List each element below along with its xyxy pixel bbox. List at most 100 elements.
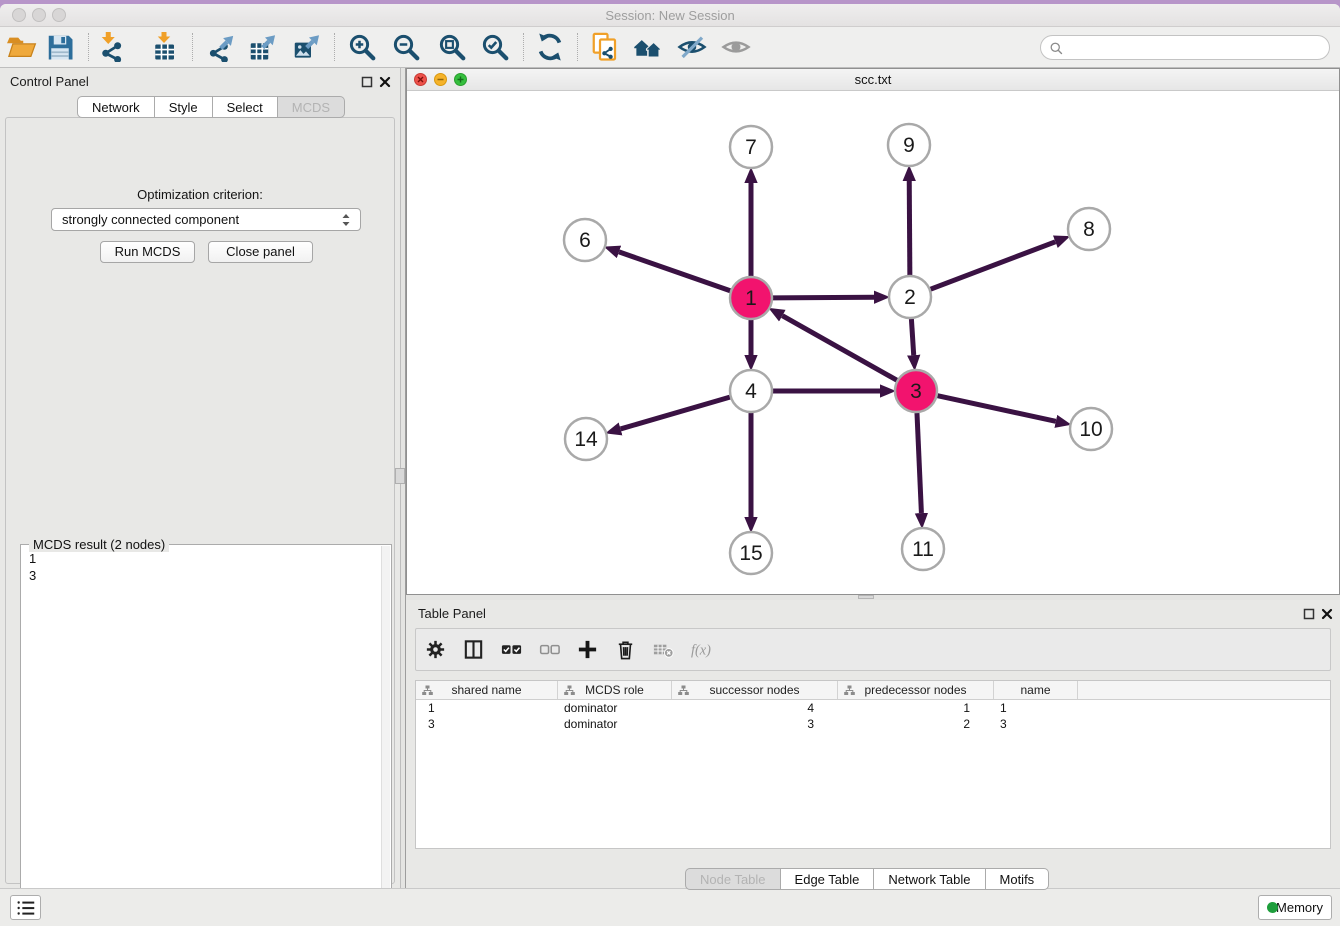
float-panel-icon[interactable] — [361, 75, 373, 87]
column-header-mcds-role[interactable]: MCDS role — [558, 681, 672, 699]
delete-column-icon[interactable] — [614, 638, 637, 661]
import-table-icon[interactable] — [149, 32, 179, 62]
edge-3-11[interactable] — [917, 413, 921, 513]
edge-3-1[interactable] — [782, 316, 896, 381]
zoom-selected-icon[interactable] — [480, 32, 510, 62]
save-session-icon[interactable] — [45, 32, 75, 62]
table-header-row: shared name MCDS role successor nodes pr… — [416, 681, 1330, 700]
close-panel-icon[interactable] — [379, 75, 391, 87]
table-settings-icon[interactable] — [424, 638, 447, 661]
optimization-criterion-label: Optimization criterion: — [6, 187, 394, 202]
home-icon[interactable] — [633, 32, 663, 62]
duplicate-network-icon[interactable] — [590, 32, 620, 62]
column-layout-icon[interactable] — [462, 638, 485, 661]
column-header-successor-nodes[interactable]: successor nodes — [672, 681, 838, 699]
tab-network-table[interactable]: Network Table — [874, 868, 985, 890]
node-15[interactable]: 15 — [730, 532, 772, 574]
mcds-panel: Optimization criterion: strongly connect… — [5, 117, 395, 884]
add-column-icon[interactable] — [576, 638, 599, 661]
select-all-columns-icon[interactable] — [500, 638, 523, 661]
import-network-icon[interactable] — [97, 32, 127, 62]
edge-2-8[interactable] — [931, 242, 1056, 289]
table-panel-header: Table Panel — [406, 600, 1340, 624]
edge-2-3[interactable] — [911, 319, 913, 355]
svg-text:11: 11 — [912, 538, 934, 561]
toolbar-separator — [334, 33, 335, 61]
edge-1-2[interactable] — [773, 297, 874, 298]
node-4[interactable]: 4 — [730, 370, 772, 412]
apply-layout-icon[interactable] — [535, 32, 565, 62]
main-toolbar — [0, 27, 1340, 68]
tab-style[interactable]: Style — [155, 96, 213, 118]
tree-icon — [844, 685, 855, 696]
tree-icon — [422, 685, 433, 696]
tab-network[interactable]: Network — [77, 96, 155, 118]
float-panel-icon[interactable] — [1303, 607, 1315, 619]
table-row[interactable]: 1 dominator 4 1 1 — [416, 700, 1330, 716]
task-history-button[interactable] — [10, 895, 41, 920]
show-all-icon[interactable] — [721, 32, 751, 62]
edge-1-6[interactable] — [619, 252, 730, 291]
export-table-icon[interactable] — [247, 32, 277, 62]
control-panel-title: Control Panel — [10, 74, 89, 89]
node-3[interactable]: 3 — [895, 370, 937, 412]
edge-4-14[interactable] — [621, 397, 730, 429]
svg-text:4: 4 — [745, 380, 757, 403]
node-table: shared name MCDS role successor nodes pr… — [415, 680, 1331, 849]
divider-handle[interactable] — [395, 468, 405, 484]
edge-2-9[interactable] — [909, 181, 910, 275]
row-filler — [1078, 716, 1330, 732]
zoom-out-icon[interactable] — [391, 32, 421, 62]
toolbar-separator — [523, 33, 524, 61]
hide-selected-icon[interactable] — [677, 32, 707, 62]
column-label: predecessor nodes — [864, 683, 966, 697]
column-header-shared-name[interactable]: shared name — [416, 681, 558, 699]
result-scrollbar[interactable] — [381, 546, 390, 924]
deselect-all-columns-icon[interactable] — [538, 638, 561, 661]
edge-3-10[interactable] — [937, 396, 1055, 422]
search-input[interactable] — [1040, 35, 1330, 60]
node-2[interactable]: 2 — [889, 276, 931, 318]
export-image-icon[interactable] — [291, 32, 321, 62]
export-network-icon[interactable] — [207, 32, 237, 62]
node-8[interactable]: 8 — [1068, 208, 1110, 250]
column-header-name[interactable]: name — [994, 681, 1078, 699]
toolbar-separator — [577, 33, 578, 61]
tab-select[interactable]: Select — [213, 96, 278, 118]
tab-mcds[interactable]: MCDS — [278, 96, 345, 118]
node-9[interactable]: 9 — [888, 124, 930, 166]
mcds-result-item: 3 — [29, 567, 36, 584]
node-10[interactable]: 10 — [1070, 408, 1112, 450]
node-7[interactable]: 7 — [730, 126, 772, 168]
column-label: shared name — [451, 683, 521, 697]
tab-node-table[interactable]: Node Table — [685, 868, 781, 890]
svg-text:f(x): f(x) — [691, 642, 711, 658]
close-panel-icon[interactable] — [1321, 607, 1333, 619]
network-canvas[interactable]: 1 2 3 4 6 7 8 9 10 11 14 15 — [407, 91, 1339, 594]
close-panel-button[interactable]: Close panel — [208, 241, 313, 263]
window-title: Session: New Session — [0, 8, 1340, 23]
mcds-result-title: MCDS result (2 nodes) — [29, 537, 169, 552]
cell-name: 3 — [994, 716, 1078, 732]
node-14[interactable]: 14 — [565, 418, 607, 460]
row-filler — [1078, 700, 1330, 716]
table-row[interactable]: 3 dominator 3 2 3 — [416, 716, 1330, 732]
zoom-in-icon[interactable] — [347, 32, 377, 62]
open-session-icon[interactable] — [7, 32, 37, 62]
memory-button[interactable]: Memory — [1258, 895, 1332, 920]
column-header-predecessor-nodes[interactable]: predecessor nodes — [838, 681, 994, 699]
delete-table-icon[interactable] — [652, 638, 675, 661]
divider-handle[interactable] — [858, 595, 874, 599]
node-11[interactable]: 11 — [902, 528, 944, 570]
svg-text:3: 3 — [910, 380, 922, 403]
run-mcds-button[interactable]: Run MCDS — [100, 241, 195, 263]
zoom-fit-icon[interactable] — [437, 32, 467, 62]
tab-edge-table[interactable]: Edge Table — [781, 868, 875, 890]
header-filler — [1078, 681, 1330, 699]
control-panel: Control Panel Optimization criterion: st… — [0, 68, 400, 892]
criterion-select[interactable]: strongly connected component — [51, 208, 361, 231]
tab-motifs[interactable]: Motifs — [986, 868, 1050, 890]
node-6[interactable]: 6 — [564, 219, 606, 261]
mcds-result-group: MCDS result (2 nodes) 1 3 — [20, 544, 392, 926]
node-1[interactable]: 1 — [730, 277, 772, 319]
